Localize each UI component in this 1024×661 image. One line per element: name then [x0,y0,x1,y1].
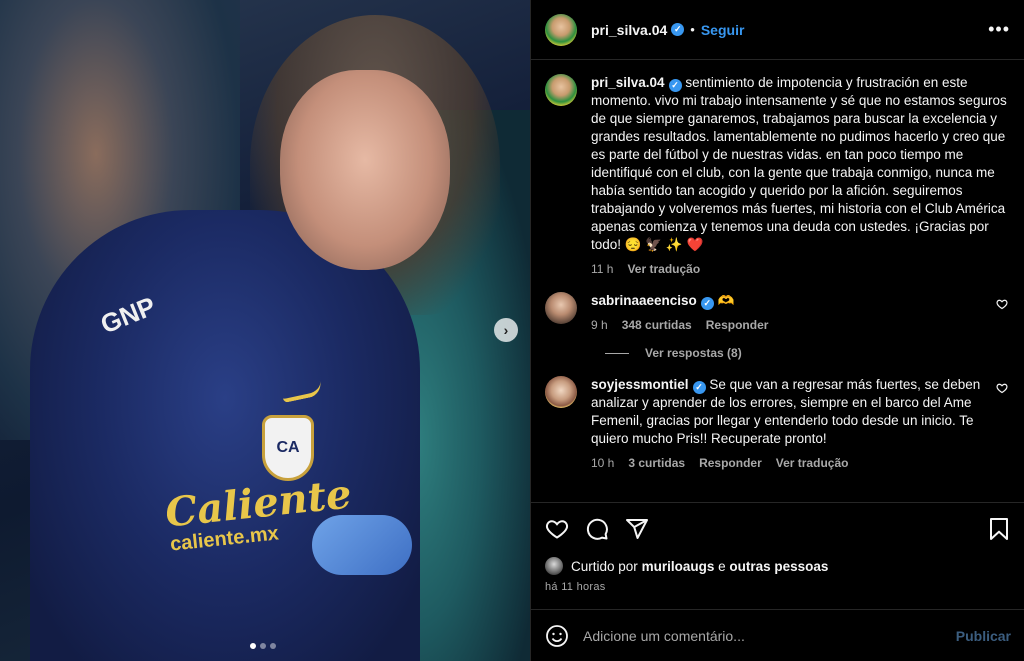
caption-translate-link[interactable]: Ver tradução [627,260,700,278]
more-options-icon[interactable]: ••• [988,19,1010,40]
post-side-panel: pri_silva.04 ✓ • Seguir ••• pri_silva.04… [530,0,1024,661]
likes-summary: Curtido por muriloaugs e outras pessoas [531,555,1024,577]
author-username[interactable]: pri_silva.04 [591,22,667,38]
liked-by-conjunction: e [718,558,726,574]
add-comment-bar: Publicar [531,609,1024,661]
carousel-dot [270,643,276,649]
reply-button[interactable]: Responder [706,316,769,334]
comment-likes[interactable]: 348 curtidas [622,316,692,334]
comment-username[interactable]: soyjessmontiel [591,377,689,392]
comment-like-heart-icon[interactable] [996,298,1010,334]
comment-item: sabrinaaeenciso ✓ 🫶 9 h 348 curtidas Resp… [545,292,1010,334]
follow-button[interactable]: Seguir [701,22,745,38]
caption: pri_silva.04 ✓ sentimiento de impotencia … [545,74,1010,278]
comment-time: 9 h [591,318,608,332]
verified-badge-icon: ✓ [671,23,685,36]
next-slide-button[interactable]: › [494,318,518,342]
post-photo[interactable]: CA GNP Caliente caliente.mx › [0,0,530,661]
verified-badge-icon: ✓ [692,380,706,394]
comment-likes[interactable]: 3 curtidas [628,454,685,472]
publish-button[interactable]: Publicar [956,628,1011,644]
player-face [280,70,450,270]
comment-username[interactable]: sabrinaaeenciso [591,293,697,308]
player-jersey [30,210,420,661]
others-likes-link[interactable]: outras pessoas [729,559,828,574]
verified-badge-icon: ✓ [700,296,714,310]
comments-list[interactable]: pri_silva.04 ✓ sentimiento de impotencia … [531,60,1024,503]
caption-time: 11 h [591,262,614,276]
reply-button[interactable]: Responder [699,454,762,472]
verified-badge-icon: ✓ [668,78,682,92]
carousel-dot [260,643,266,649]
carousel-dots [250,643,276,649]
commenter-avatar[interactable] [545,376,577,408]
comment-input[interactable] [583,627,956,644]
post-actions [531,503,1024,555]
liked-by-prefix: Curtido por [571,558,638,574]
header-separator: • [690,22,695,37]
carousel-dot [250,643,256,649]
club-crest: CA [262,415,314,481]
author-avatar[interactable] [545,13,577,46]
share-icon[interactable] [625,517,649,541]
comment-time: 10 h [591,456,615,470]
view-replies-button[interactable]: Ver respostas (8) [605,346,1010,360]
liker-avatar[interactable] [545,557,563,575]
comment-item: soyjessmontiel ✓ Se que van a regresar má… [545,376,1010,472]
heart-icon[interactable] [545,517,569,541]
comment-text: 🫶 [717,293,735,308]
post-timestamp[interactable]: há 11 horas [531,577,1024,593]
post-header: pri_silva.04 ✓ • Seguir ••• [531,0,1024,60]
view-replies-label[interactable]: Ver respostas (8) [645,346,742,360]
instagram-post: CA GNP Caliente caliente.mx › pri_silva.… [0,0,1024,661]
commenter-avatar[interactable] [545,292,577,324]
caption-username[interactable]: pri_silva.04 [591,75,665,90]
author-avatar[interactable] [545,74,577,106]
replies-line [605,352,629,354]
medic-glove [312,515,412,575]
bookmark-icon[interactable] [988,517,1010,541]
caption-text: sentimiento de impotencia y frustración … [591,75,1007,252]
liker-username[interactable]: muriloaugs [642,559,715,574]
comment-like-heart-icon[interactable] [996,382,1010,472]
comment-icon[interactable] [585,517,609,541]
emoji-icon[interactable] [545,624,569,648]
comment-translate-link[interactable]: Ver tradução [776,454,849,472]
